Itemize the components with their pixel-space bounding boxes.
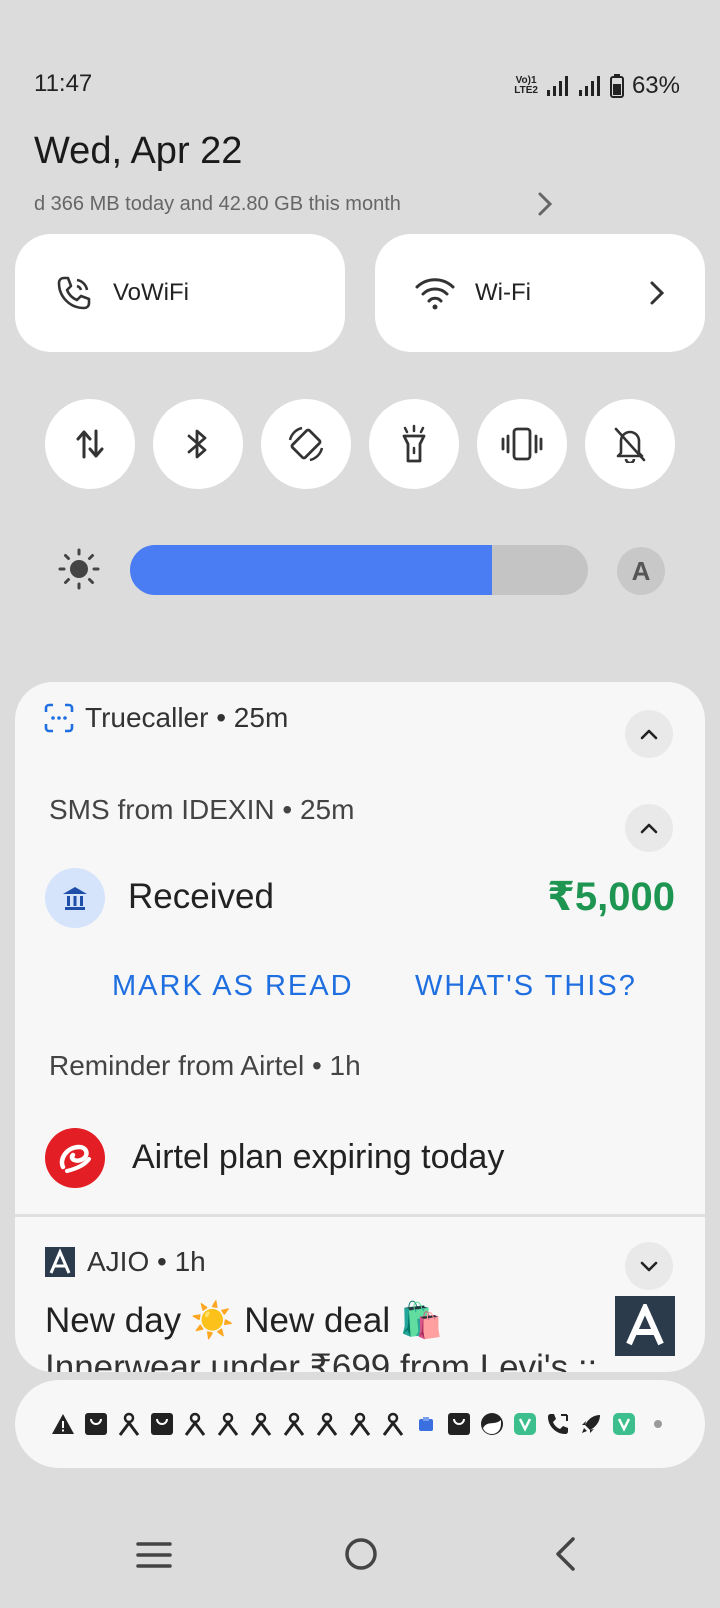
volte-icon: Vo)1 LTE2 xyxy=(514,75,538,96)
bank-icon xyxy=(63,887,87,910)
sms-header: SMS from IDEXIN • 25m xyxy=(49,794,355,825)
ajio-icon xyxy=(45,1247,75,1277)
phone-icon xyxy=(541,1408,574,1441)
vowifi-label: VoWiFi xyxy=(113,279,190,306)
flashlight-icon xyxy=(402,424,426,463)
wifi-icon xyxy=(415,278,455,310)
date-label: Wed, Apr 22 xyxy=(34,130,243,172)
bluetooth-toggle[interactable] xyxy=(153,399,243,489)
warning-icon xyxy=(46,1408,79,1441)
notification-icons-tray[interactable] xyxy=(15,1380,705,1468)
vi-icon xyxy=(508,1408,541,1441)
status-icons: Vo)1 LTE2 63% xyxy=(514,72,680,100)
chevron-up-icon xyxy=(640,729,658,740)
more-dot xyxy=(654,1420,662,1428)
shopping-bag-icon xyxy=(79,1408,112,1441)
home-icon[interactable] xyxy=(343,1536,379,1572)
auto-rotate-toggle[interactable] xyxy=(261,399,351,489)
reminder-text: Airtel plan expiring today xyxy=(132,1138,505,1176)
ajio-header[interactable]: AJIO • 1h xyxy=(45,1246,206,1278)
truecaller-app-label: Truecaller • 25m xyxy=(85,702,289,733)
rocket-icon xyxy=(574,1408,607,1441)
chevron-right-icon[interactable] xyxy=(649,280,665,306)
chevron-up-icon xyxy=(640,823,658,834)
vibrate-icon xyxy=(501,427,543,461)
reminder-header: Reminder from Airtel • 1h xyxy=(49,1050,361,1081)
ajio-thumbnail xyxy=(615,1296,675,1356)
dnd-toggle[interactable] xyxy=(585,399,675,489)
person-icon xyxy=(376,1408,409,1441)
bank-avatar xyxy=(45,868,105,928)
truecaller-header[interactable]: Truecaller • 25m xyxy=(43,702,288,734)
person-icon xyxy=(310,1408,343,1441)
person-icon xyxy=(112,1408,145,1441)
mark-as-read-button[interactable]: MARK AS READ xyxy=(112,970,354,1003)
rotate-icon xyxy=(288,426,324,462)
truecaller-icon xyxy=(44,703,74,733)
ajio-logo-icon xyxy=(626,1304,664,1346)
person-icon xyxy=(343,1408,376,1441)
auto-brightness-button[interactable]: A xyxy=(617,547,665,595)
airtel-logo xyxy=(45,1128,105,1188)
data-usage-text[interactable]: d 366 MB today and 42.80 GB this month xyxy=(34,193,401,216)
wifi-label: Wi-Fi xyxy=(475,279,531,306)
phone-wifi-icon xyxy=(57,276,91,310)
status-time: 11:47 xyxy=(34,70,93,97)
signal-icon xyxy=(578,76,600,96)
amount-value: ₹5,000 xyxy=(547,875,675,919)
brightness-fill xyxy=(130,545,492,595)
person-icon xyxy=(277,1408,310,1441)
bell-off-icon xyxy=(614,427,646,463)
notification-card: Truecaller • 25m SMS from IDEXIN • 25m R… xyxy=(15,682,705,1372)
wifi-tile[interactable]: Wi-Fi xyxy=(375,234,705,352)
vibrate-toggle[interactable] xyxy=(477,399,567,489)
battery-icon xyxy=(609,74,624,98)
sms-title: Received xyxy=(128,877,274,916)
vowifi-tile[interactable]: VoWiFi xyxy=(15,234,345,352)
collapse-button[interactable] xyxy=(625,710,673,758)
ajio-app-label: AJIO • 1h xyxy=(87,1246,206,1277)
menu-icon[interactable] xyxy=(136,1540,172,1570)
battery-percent: 63% xyxy=(631,72,680,99)
vi-icon xyxy=(607,1408,640,1441)
ajio-body: Innerwear under ₹699 from Levi's :: xyxy=(45,1348,598,1372)
brightness-slider[interactable] xyxy=(130,545,588,595)
notification-divider xyxy=(15,1214,705,1217)
signal-icon xyxy=(546,76,568,96)
sms-collapse-button[interactable] xyxy=(625,804,673,852)
airtel-icon xyxy=(59,1144,91,1173)
flashlight-toggle[interactable] xyxy=(369,399,459,489)
data-arrows-icon xyxy=(76,429,104,459)
app-icon xyxy=(409,1408,442,1441)
gallery-icon xyxy=(475,1408,508,1441)
expand-button[interactable] xyxy=(625,1242,673,1290)
shopping-bag-icon xyxy=(442,1408,475,1441)
chevron-right-icon[interactable] xyxy=(536,190,554,218)
chevron-down-icon xyxy=(640,1261,658,1272)
whats-this-button[interactable]: WHAT'S THIS? xyxy=(415,970,637,1003)
brightness-icon xyxy=(58,548,100,590)
ajio-title: New day ☀️ New deal 🛍️ xyxy=(45,1301,444,1340)
back-icon[interactable] xyxy=(553,1536,577,1572)
bluetooth-icon xyxy=(187,429,207,459)
person-icon xyxy=(244,1408,277,1441)
person-icon xyxy=(211,1408,244,1441)
mobile-data-toggle[interactable] xyxy=(45,399,135,489)
person-icon xyxy=(178,1408,211,1441)
shopping-bag-icon xyxy=(145,1408,178,1441)
quick-settings-row xyxy=(45,399,675,489)
